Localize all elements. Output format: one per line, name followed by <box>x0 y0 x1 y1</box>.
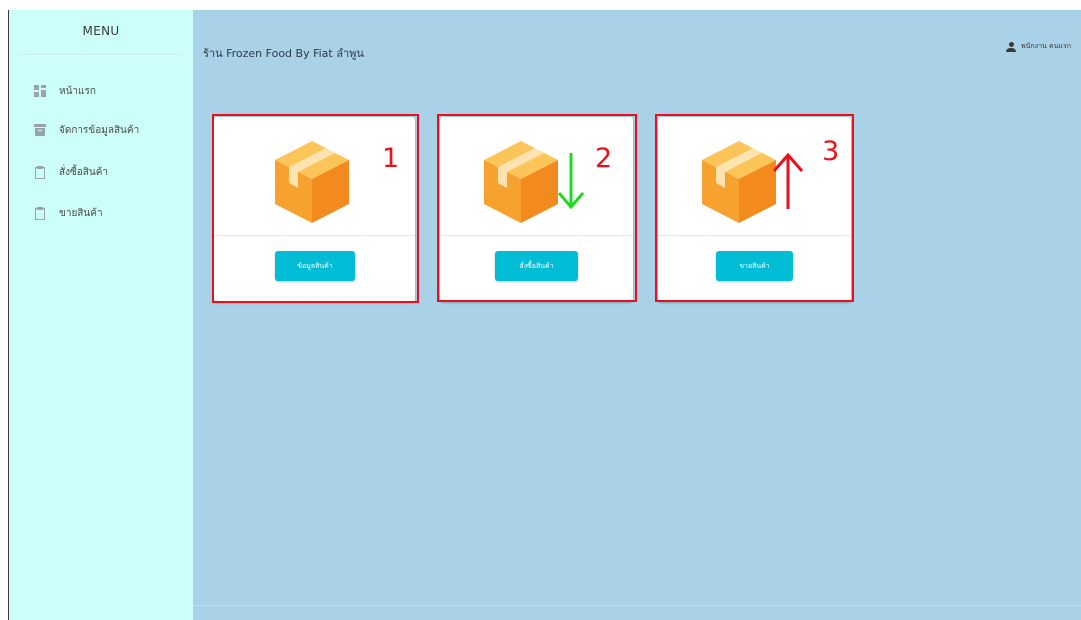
sidebar-item-home[interactable]: หน้าแรก <box>34 83 96 99</box>
annotation-number-1: 1 <box>382 143 400 174</box>
annotation-number-2: 2 <box>595 143 613 174</box>
sidebar-item-label: สั่งซื้อสินค้า <box>59 166 109 178</box>
footer-divider <box>193 605 1081 606</box>
page-title: ร้าน Frozen Food By Fiat ลำพูน <box>203 47 364 60</box>
sidebar-item-sell-products[interactable]: ขายสินค้า <box>34 205 103 221</box>
dashboard-icon <box>34 85 46 97</box>
user-name: พนักงาน คนแรก <box>1021 42 1071 50</box>
main-content: ร้าน Frozen Food By Fiat ลำพูน พนักงาน ค… <box>193 10 1081 620</box>
sidebar-title: MENU <box>82 24 120 38</box>
annotation-number-3: 3 <box>822 136 840 167</box>
user-menu[interactable]: พนักงาน คนแรก <box>1006 41 1071 52</box>
sidebar-item-label: หน้าแรก <box>59 85 96 97</box>
window-left-edge <box>0 10 9 620</box>
clipboard-icon <box>34 166 46 179</box>
sidebar-item-label: ขายสินค้า <box>59 207 103 219</box>
archive-icon <box>34 124 46 136</box>
user-icon <box>1006 41 1017 52</box>
sidebar: MENU หน้าแรก จัดการข้อมูลสินค้า สั่งซื้อ… <box>9 10 193 620</box>
sidebar-item-manage-products[interactable]: จัดการข้อมูลสินค้า <box>34 122 139 138</box>
clipboard-icon <box>34 207 46 220</box>
sidebar-item-order-products[interactable]: สั่งซื้อสินค้า <box>34 164 108 180</box>
sidebar-item-label: จัดการข้อมูลสินค้า <box>59 124 140 136</box>
sidebar-divider <box>19 54 183 55</box>
